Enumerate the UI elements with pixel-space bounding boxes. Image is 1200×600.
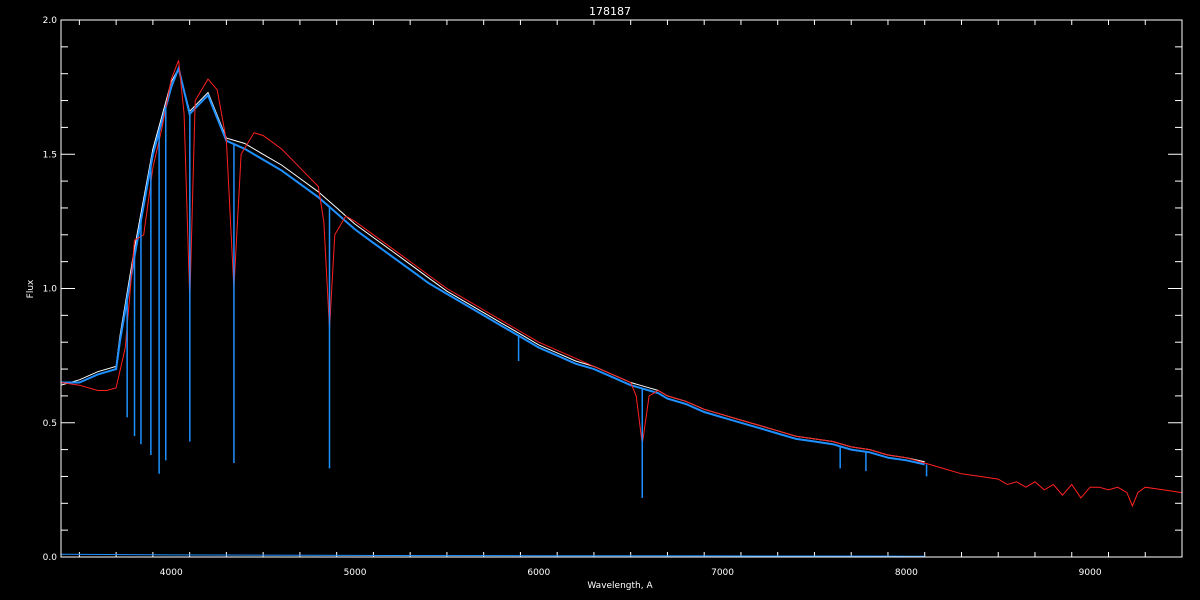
- y-tick-label: 0.5: [43, 419, 57, 429]
- y-tick-label: 1.0: [43, 285, 58, 295]
- y-tick-label: 0.0: [43, 553, 58, 563]
- plot-background: [0, 0, 1200, 600]
- y-tick-label: 2.0: [43, 16, 58, 26]
- x-tick-label: 5000: [344, 568, 367, 578]
- x-axis-label: Wavelength, A: [587, 581, 653, 591]
- x-tick-label: 4000: [160, 568, 183, 578]
- chart-title: 178187: [589, 5, 631, 18]
- y-tick-label: 1.5: [43, 150, 57, 160]
- x-tick-label: 9000: [1079, 568, 1102, 578]
- y-axis-label: Flux: [26, 279, 36, 298]
- x-tick-label: 8000: [895, 568, 918, 578]
- spectrum-chart: 178187 Flux Wavelength, A 4000 5000 6000 70…: [0, 0, 1200, 600]
- x-tick-label: 7000: [711, 568, 734, 578]
- x-tick-label: 6000: [527, 568, 550, 578]
